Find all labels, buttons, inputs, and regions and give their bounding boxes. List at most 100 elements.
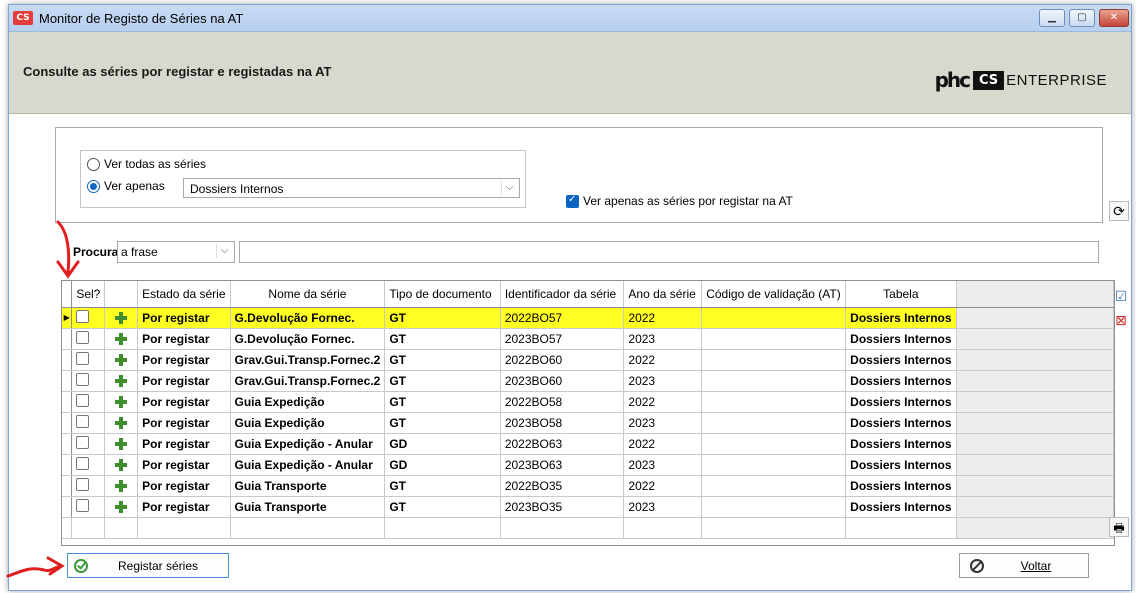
deselect-all-button[interactable]: ⊠	[1111, 311, 1131, 331]
cell-tabela[interactable]: Dossiers Internos	[845, 475, 957, 497]
row-indicator[interactable]	[62, 433, 73, 455]
register-only-checkbox[interactable]	[566, 194, 579, 208]
cell-tabela[interactable]: Dossiers Internos	[845, 307, 957, 329]
cell-tabela[interactable]: Dossiers Internos	[845, 496, 957, 518]
radio-all-series[interactable]: Ver todas as séries	[87, 157, 206, 171]
cell-tipo[interactable]: GT	[384, 328, 501, 350]
row-indicator[interactable]	[62, 454, 73, 476]
cell-codigo[interactable]	[701, 349, 847, 371]
cell-ano[interactable]: 2022	[623, 349, 703, 371]
back-button[interactable]: Voltar	[959, 553, 1089, 578]
cell-codigo[interactable]	[701, 328, 847, 350]
cell-ano[interactable]: 2022	[623, 391, 703, 413]
cell-identificador[interactable]: 2023BO58	[500, 412, 625, 434]
row-action-cell[interactable]	[104, 412, 139, 434]
cell-estado[interactable]: Por registar	[137, 391, 231, 413]
row-action-cell[interactable]	[104, 496, 139, 518]
cell-tabela[interactable]: Dossiers Internos	[845, 391, 957, 413]
row-indicator[interactable]	[62, 475, 73, 497]
close-button[interactable]: ✕	[1099, 9, 1129, 27]
cell-tipo[interactable]: GT	[384, 307, 501, 329]
cell-estado[interactable]: Por registar	[137, 307, 231, 329]
plus-icon[interactable]	[114, 311, 128, 325]
cell-codigo[interactable]	[701, 433, 847, 455]
cell-identificador[interactable]: 2022BO35	[500, 475, 625, 497]
cell-estado[interactable]: Por registar	[137, 349, 231, 371]
row-action-cell[interactable]	[104, 307, 139, 329]
cell-identificador[interactable]: 2023BO60	[500, 370, 625, 392]
cell-codigo[interactable]	[701, 370, 847, 392]
cell-nome[interactable]: Grav.Gui.Transp.Fornec.2	[230, 349, 386, 371]
cell-ano[interactable]: 2022	[623, 307, 703, 329]
chevron-down-icon[interactable]: ⌵	[216, 244, 232, 258]
table-row[interactable]: Por registar Grav.Gui.Transp.Fornec.2 GT 20…	[62, 349, 1114, 371]
cell-codigo[interactable]	[701, 307, 847, 329]
row-select-checkbox[interactable]	[76, 351, 90, 365]
cell-codigo[interactable]	[701, 454, 847, 476]
row-action-cell[interactable]	[104, 370, 139, 392]
cell-tipo[interactable]: GD	[384, 454, 501, 476]
cell-estado[interactable]: Por registar	[137, 433, 231, 455]
register-only-filter[interactable]: Ver apenas as séries por registar na AT	[566, 194, 793, 208]
cell-estado[interactable]: Por registar	[137, 454, 231, 476]
cell-nome[interactable]: Guia Expedição	[230, 412, 386, 434]
cell-nome[interactable]: Grav.Gui.Transp.Fornec.2	[230, 370, 386, 392]
cell-estado[interactable]: Por registar	[137, 496, 231, 518]
search-input[interactable]	[239, 241, 1099, 263]
row-indicator[interactable]	[62, 328, 73, 350]
row-action-cell[interactable]	[104, 391, 139, 413]
row-select-checkbox[interactable]	[76, 309, 90, 323]
radio-only-series[interactable]: Ver apenas	[87, 179, 165, 193]
radio-only-indicator[interactable]	[87, 179, 100, 193]
cell-identificador[interactable]: 2022BO58	[500, 391, 625, 413]
chevron-down-icon[interactable]: ⌵	[501, 181, 517, 195]
column-header-tipo[interactable]: Tipo de documento	[384, 281, 501, 308]
cell-codigo[interactable]	[701, 391, 847, 413]
row-select-cell[interactable]	[71, 328, 106, 350]
plus-icon[interactable]	[114, 479, 128, 493]
row-select-cell[interactable]	[71, 454, 106, 476]
row-select-checkbox[interactable]	[76, 435, 90, 449]
cell-nome[interactable]: Guia Expedição - Anular	[230, 433, 386, 455]
row-action-cell[interactable]	[104, 475, 139, 497]
table-row[interactable]: Por registar Guia Expedição - Anular GD 202…	[62, 454, 1114, 476]
cell-ano[interactable]: 2023	[623, 454, 703, 476]
table-row[interactable]: Por registar Guia Transporte GT 2022BO35 202…	[62, 475, 1114, 497]
cell-ano[interactable]: 2023	[623, 370, 703, 392]
cell-tabela[interactable]: Dossiers Internos	[845, 349, 957, 371]
cell-nome[interactable]: G.Devolução Fornec.	[230, 307, 386, 329]
row-indicator[interactable]	[62, 391, 73, 413]
cell-tabela[interactable]: Dossiers Internos	[845, 433, 957, 455]
table-row[interactable]: Por registar G.Devolução Fornec. GT 2023BO5…	[62, 328, 1114, 350]
table-row[interactable]: Por registar Grav.Gui.Transp.Fornec.2 GT 20…	[62, 370, 1114, 392]
row-select-checkbox[interactable]	[76, 393, 90, 407]
maximize-button[interactable]: ▢	[1069, 9, 1095, 27]
column-header-nome[interactable]: Nome da série	[230, 281, 386, 308]
cell-ano[interactable]: 2022	[623, 475, 703, 497]
cell-tipo[interactable]: GT	[384, 349, 501, 371]
plus-icon[interactable]	[114, 374, 128, 388]
row-select-cell[interactable]	[71, 307, 106, 329]
row-indicator[interactable]: ▶	[62, 307, 73, 329]
row-select-checkbox[interactable]	[76, 498, 90, 512]
cell-nome[interactable]: Guia Expedição - Anular	[230, 454, 386, 476]
cell-codigo[interactable]	[701, 475, 847, 497]
table-row[interactable]: Por registar Guia Expedição GT 2023BO58 2023…	[62, 412, 1114, 434]
row-select-cell[interactable]	[71, 412, 106, 434]
row-select-cell[interactable]	[71, 391, 106, 413]
table-row[interactable]: ▶ Por registar G.Devolução Fornec. GT 2022BO…	[62, 307, 1114, 329]
row-select-cell[interactable]	[71, 349, 106, 371]
column-header-tabela[interactable]: Tabela	[845, 281, 957, 308]
row-action-cell[interactable]	[104, 328, 139, 350]
plus-icon[interactable]	[114, 416, 128, 430]
cell-estado[interactable]: Por registar	[137, 412, 231, 434]
row-indicator[interactable]	[62, 349, 73, 371]
row-select-cell[interactable]	[71, 475, 106, 497]
plus-icon[interactable]	[114, 353, 128, 367]
column-header-identificador[interactable]: Identificador da série	[500, 281, 625, 308]
plus-icon[interactable]	[114, 395, 128, 409]
cell-tipo[interactable]: GD	[384, 433, 501, 455]
cell-identificador[interactable]: 2022BO63	[500, 433, 625, 455]
plus-icon[interactable]	[114, 437, 128, 451]
cell-tipo[interactable]: GT	[384, 475, 501, 497]
